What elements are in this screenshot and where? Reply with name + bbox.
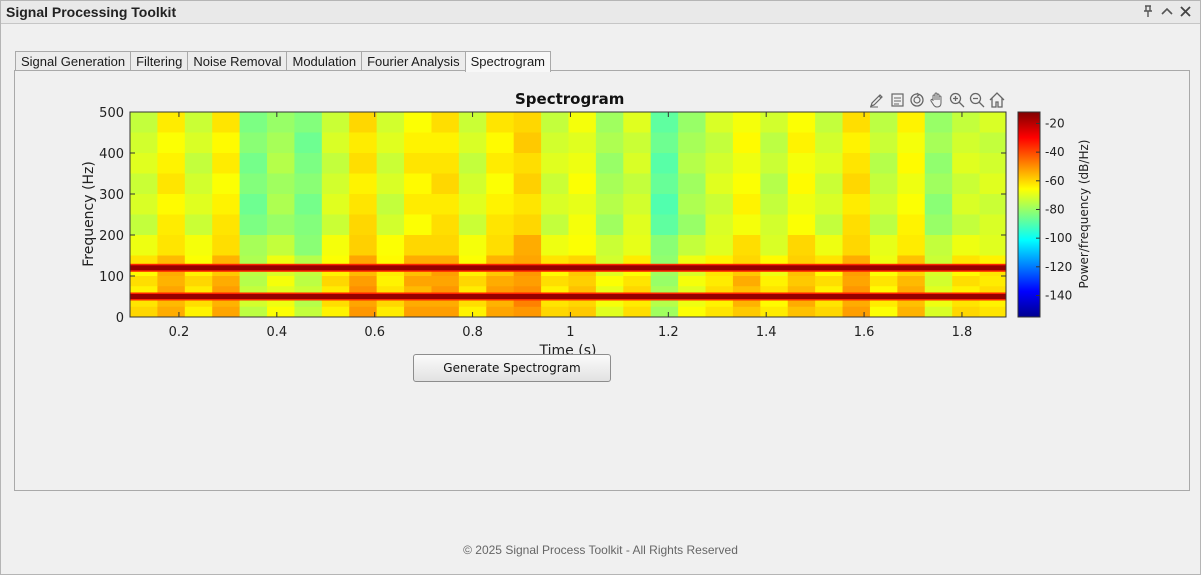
window-controls	[1141, 3, 1192, 19]
tab-modulation[interactable]: Modulation	[286, 51, 363, 71]
tab-fourier-analysis[interactable]: Fourier Analysis	[361, 51, 466, 71]
tab-noise-removal[interactable]: Noise Removal	[187, 51, 288, 71]
spectrogram-panel	[14, 70, 1190, 491]
generate-spectrogram-button[interactable]: Generate Spectrogram	[413, 354, 611, 382]
brush-icon[interactable]	[867, 91, 886, 109]
window-title: Signal Processing Toolkit	[6, 4, 177, 20]
tab-spectrogram[interactable]: Spectrogram	[464, 51, 551, 72]
app-window: Signal Processing Toolkit Signal Generat…	[0, 0, 1201, 575]
zoom-out-icon[interactable]	[967, 91, 986, 109]
collapse-icon[interactable]	[1160, 3, 1173, 19]
axes-toolbar	[867, 91, 1006, 109]
tab-filtering[interactable]: Filtering	[130, 51, 189, 71]
home-icon[interactable]	[987, 91, 1006, 109]
tab-strip: Signal Generation Filtering Noise Remova…	[15, 51, 551, 72]
zoom-in-icon[interactable]	[947, 91, 966, 109]
datatip-icon[interactable]	[887, 91, 906, 109]
pin-icon[interactable]	[1141, 3, 1154, 19]
close-icon[interactable]	[1179, 3, 1192, 19]
tab-signal-generation[interactable]: Signal Generation	[15, 51, 132, 71]
rotate-icon[interactable]	[907, 91, 926, 109]
footer-copyright: © 2025 Signal Process Toolkit - All Righ…	[463, 543, 738, 557]
chart-title: Spectrogram	[515, 90, 625, 108]
pan-icon[interactable]	[927, 91, 946, 109]
title-bar: Signal Processing Toolkit	[1, 1, 1200, 24]
